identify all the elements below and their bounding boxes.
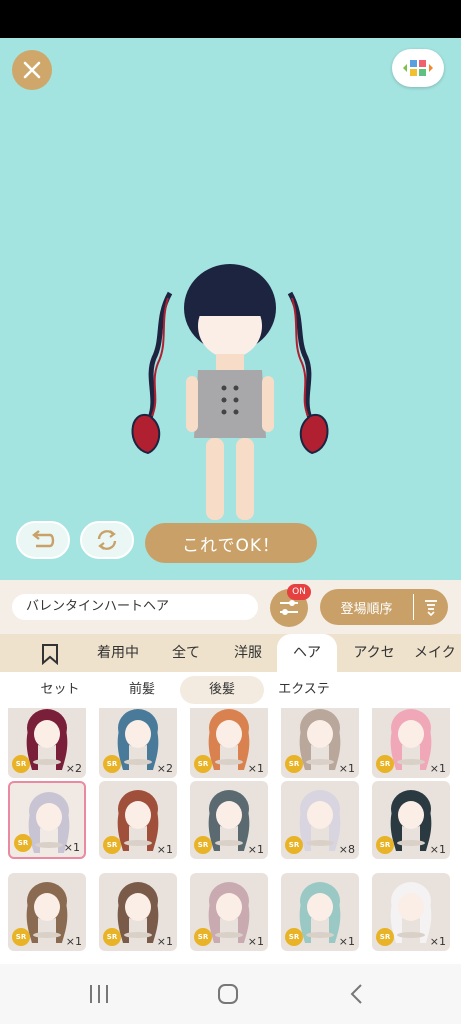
- item-quantity: ×1: [63, 841, 80, 854]
- item-quantity: ×1: [247, 843, 264, 856]
- rarity-badge: SR: [103, 928, 121, 946]
- rarity-badge: SR: [285, 928, 303, 946]
- hair-item-card[interactable]: SR ×2: [99, 708, 177, 778]
- subtab-bangs[interactable]: 前髪: [110, 676, 174, 704]
- item-quantity: ×2: [156, 762, 173, 775]
- item-quantity: ×1: [429, 762, 446, 775]
- home-icon[interactable]: [217, 983, 239, 1005]
- category-tabs: 着用中 全て 洋服 ヘア アクセ メイク: [0, 634, 461, 672]
- item-grid: SR ×2 SR ×2 SR ×1 SR ×1 SR ×1 SR ×1 SR ×1 SR ×1 SR ×8 SR ×1…: [0, 708, 461, 964]
- item-quantity: ×1: [156, 935, 173, 948]
- subtab-extensions[interactable]: エクステ: [270, 676, 338, 704]
- hair-item-card[interactable]: SR ×1: [372, 708, 450, 778]
- recents-icon[interactable]: [88, 983, 110, 1005]
- palette-icon: [403, 60, 433, 76]
- hair-item-card[interactable]: SR ×1: [99, 873, 177, 951]
- sliders-icon: [280, 600, 298, 615]
- rarity-badge: SR: [194, 928, 212, 946]
- rarity-badge: SR: [103, 836, 121, 854]
- tab-hair[interactable]: ヘア: [277, 634, 337, 672]
- item-quantity: ×1: [247, 762, 264, 775]
- item-quantity: ×1: [338, 762, 355, 775]
- hair-item-card[interactable]: SR ×2: [8, 708, 86, 778]
- rarity-badge: SR: [14, 834, 32, 852]
- subtab-set[interactable]: セット: [20, 676, 100, 704]
- close-button[interactable]: [12, 50, 52, 90]
- hair-item-card[interactable]: SR ×1: [281, 708, 359, 778]
- hair-item-card[interactable]: SR ×1: [8, 781, 86, 859]
- undo-icon: [32, 530, 55, 548]
- item-quantity: ×1: [156, 843, 173, 856]
- reset-button[interactable]: [80, 521, 134, 559]
- tab-all[interactable]: 全て: [160, 634, 212, 672]
- tab-wearing[interactable]: 着用中: [88, 634, 148, 672]
- rarity-badge: SR: [285, 836, 303, 854]
- item-quantity: ×1: [247, 935, 264, 948]
- avatar-preview: [131, 264, 329, 520]
- rarity-badge: SR: [103, 755, 121, 773]
- system-nav-bar: [0, 964, 461, 1024]
- hair-item-card[interactable]: SR ×1: [372, 873, 450, 951]
- rarity-badge: SR: [376, 836, 394, 854]
- rarity-badge: SR: [376, 928, 394, 946]
- hair-item-card[interactable]: SR ×1: [8, 873, 86, 951]
- hair-item-card[interactable]: SR ×1: [99, 781, 177, 859]
- status-bar: [0, 0, 461, 38]
- hair-item-card[interactable]: SR ×1: [372, 781, 450, 859]
- avatar-stage: [0, 38, 461, 580]
- back-icon[interactable]: [348, 983, 366, 1005]
- rarity-badge: SR: [194, 836, 212, 854]
- hair-item-card[interactable]: SR ×1: [190, 781, 268, 859]
- item-quantity: ×2: [65, 762, 82, 775]
- undo-button[interactable]: [16, 521, 70, 559]
- tab-makeup[interactable]: メイク: [414, 634, 461, 672]
- filter-on-badge: ON: [287, 584, 311, 600]
- item-name-field: バレンタインハートヘア: [12, 594, 258, 620]
- item-quantity: ×1: [429, 935, 446, 948]
- rarity-badge: SR: [12, 755, 30, 773]
- sort-order-icon: [414, 598, 448, 616]
- subtab-back-hair[interactable]: 後髪: [180, 676, 264, 704]
- rarity-badge: SR: [285, 755, 303, 773]
- hair-item-card[interactable]: SR ×1: [281, 873, 359, 951]
- hair-item-card[interactable]: SR ×8: [281, 781, 359, 859]
- rarity-badge: SR: [194, 755, 212, 773]
- tab-accessories[interactable]: アクセ: [343, 634, 405, 672]
- rarity-badge: SR: [376, 755, 394, 773]
- ok-button[interactable]: これでOK！: [145, 523, 317, 563]
- hair-item-card[interactable]: SR ×1: [190, 708, 268, 778]
- sort-label: 登場順序: [340, 601, 393, 617]
- tab-clothes[interactable]: 洋服: [222, 634, 274, 672]
- hair-item-card[interactable]: SR ×1: [190, 873, 268, 951]
- tab-bookmark[interactable]: [30, 634, 70, 672]
- bookmark-icon: [42, 644, 58, 666]
- refresh-icon: [97, 530, 117, 550]
- catalog-button[interactable]: [392, 49, 444, 87]
- item-quantity: ×1: [338, 935, 355, 948]
- item-quantity: ×1: [65, 935, 82, 948]
- hair-subtabs: セット 前髪 後髪 エクステ: [0, 672, 461, 708]
- close-icon: [23, 61, 41, 79]
- item-quantity: ×1: [429, 843, 446, 856]
- sort-button[interactable]: 登場順序: [320, 589, 448, 625]
- rarity-badge: SR: [12, 928, 30, 946]
- item-quantity: ×8: [338, 843, 355, 856]
